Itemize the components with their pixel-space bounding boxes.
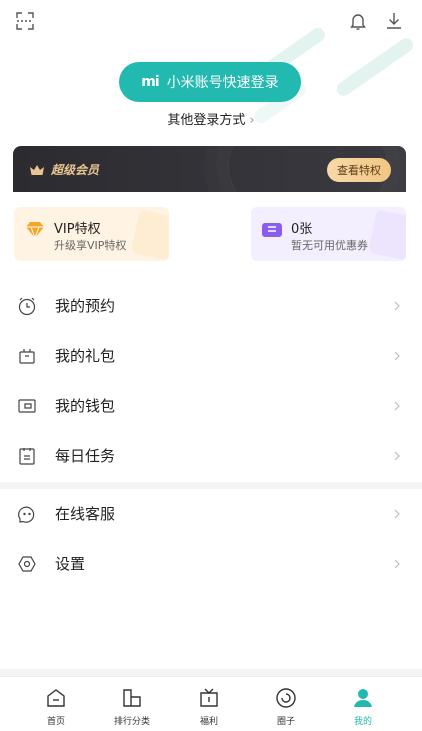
tab-label: 福利 — [199, 717, 218, 727]
vip-title: 超级会员 — [29, 161, 99, 178]
coupon-count: 0张 — [291, 222, 313, 237]
vip-privilege-subtitle: 升级享VIP特权 — [54, 239, 127, 252]
tab-home[interactable]: 首页 — [16, 677, 96, 731]
menu-item-label: 我的礼包 — [55, 347, 116, 365]
bell-icon[interactable] — [344, 7, 372, 35]
tab-label: 我的 — [353, 717, 372, 727]
gift-icon — [19, 349, 35, 364]
account-card: VIP特权 升级享VIP特权 0张 暂无可用优惠券 我的预约 我的礼包 我的钱包 — [0, 192, 422, 482]
wallet-icon — [18, 399, 36, 413]
menu-item-customer-service[interactable]: 在线客服 — [0, 489, 422, 539]
menu-item-label: 我的钱包 — [55, 397, 116, 415]
tab-circle[interactable]: 圈子 — [246, 677, 326, 731]
tab-label: 排行分类 — [113, 717, 150, 727]
tab-ranking[interactable]: 排行分类 — [92, 677, 172, 731]
diamond-icon — [26, 222, 44, 239]
tab-label: 首页 — [46, 717, 65, 727]
chevron-right-icon — [394, 559, 400, 569]
mi-quick-login-button[interactable]: mi 小米账号快速登录 — [119, 62, 301, 102]
decor-shape — [367, 209, 406, 261]
other-login-link[interactable]: 其他登录方式 › — [0, 109, 422, 128]
menu-item-wallet[interactable]: 我的钱包 — [0, 381, 422, 431]
scan-icon[interactable] — [11, 7, 39, 35]
circle-icon — [276, 688, 296, 708]
chevron-right-icon — [394, 401, 400, 411]
view-privileges-button[interactable]: 查看特权 — [327, 158, 391, 182]
quick-login-label: 小米账号快速登录 — [166, 75, 279, 91]
menu-item-label: 每日任务 — [55, 447, 116, 465]
settings-icon — [18, 556, 36, 572]
chevron-right-icon — [394, 301, 400, 311]
other-login-label: 其他登录方式 — [167, 113, 246, 128]
task-icon — [19, 448, 35, 465]
profile-icon — [354, 689, 372, 707]
menu-item-label: 设置 — [55, 555, 86, 573]
bottom-tab-bar: 首页 排行分类 福利 圈子 我的 — [0, 676, 422, 731]
coupon-card[interactable]: 0张 暂无可用优惠券 — [251, 207, 406, 261]
mi-logo-icon: mi — [141, 74, 159, 90]
tab-welfare[interactable]: 福利 — [169, 677, 249, 731]
chevron-right-icon: › — [249, 113, 255, 128]
decor-shape — [130, 209, 169, 261]
chevron-right-icon — [394, 509, 400, 519]
decor-stripe — [334, 35, 416, 99]
vip-privilege-card[interactable]: VIP特权 升级享VIP特权 — [14, 207, 169, 261]
clock-icon — [18, 297, 36, 316]
service-card: 在线客服 设置 — [0, 489, 422, 669]
coupon-subtitle: 暂无可用优惠券 — [291, 239, 368, 252]
chevron-right-icon — [394, 351, 400, 361]
ranking-icon — [123, 689, 141, 707]
menu-item-daily-tasks[interactable]: 每日任务 — [0, 431, 422, 481]
menu-item-gift-packs[interactable]: 我的礼包 — [0, 331, 422, 381]
home-icon — [47, 689, 65, 707]
vip-privilege-title: VIP特权 — [54, 222, 101, 237]
menu-item-label: 在线客服 — [55, 505, 116, 523]
crown-icon — [30, 164, 44, 175]
coupon-icon — [262, 223, 282, 237]
chevron-right-icon — [394, 451, 400, 461]
menu-item-reservations[interactable]: 我的预约 — [0, 281, 422, 331]
tab-profile[interactable]: 我的 — [323, 677, 403, 731]
menu-item-label: 我的预约 — [55, 297, 116, 315]
download-icon[interactable] — [380, 7, 408, 35]
tab-label: 圈子 — [276, 717, 295, 727]
vip-title-label: 超级会员 — [51, 163, 100, 177]
welfare-icon — [200, 688, 218, 707]
chat-icon — [18, 506, 35, 523]
menu-item-settings[interactable]: 设置 — [0, 539, 422, 589]
